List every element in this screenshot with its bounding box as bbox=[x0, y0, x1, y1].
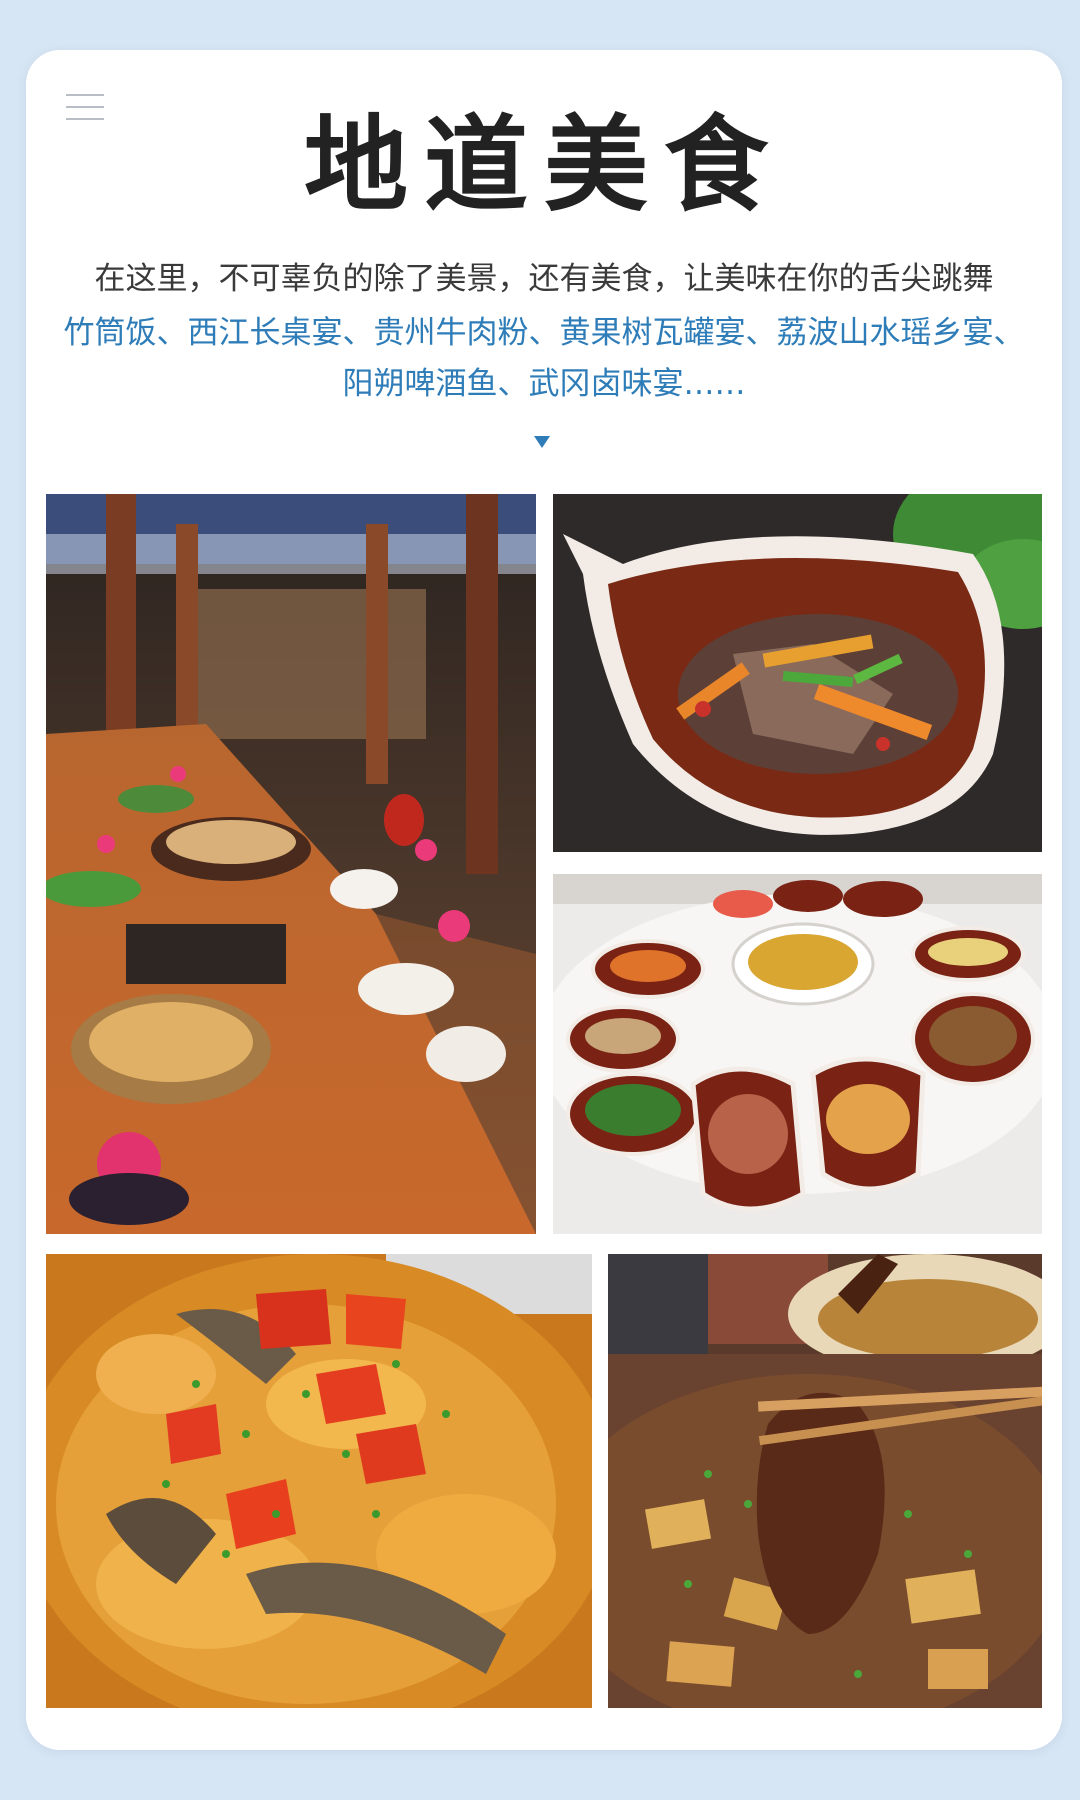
dish-list: 竹筒饭、西江长桌宴、贵州牛肉粉、黄果树瓦罐宴、荔波山水瑶乡宴、 阳朔啤酒鱼、武冈… bbox=[40, 308, 1048, 410]
intro-text: 在这里，不可辜负的除了美景，还有美食，让美味在你的舌尖跳舞 bbox=[94, 261, 994, 297]
fish-shaped-clay-pot-dish-photo bbox=[553, 494, 1042, 852]
triangle-down-icon bbox=[534, 436, 550, 448]
page-title: 地道美食 bbox=[303, 103, 784, 226]
braised-fish-with-tomato-photo bbox=[46, 1254, 592, 1708]
braised-duck-with-chopsticks-photo bbox=[608, 1254, 1042, 1708]
dish-list-line: 竹筒饭、西江长桌宴、贵州牛肉粉、黄果树瓦罐宴、荔波山水瑶乡宴、 bbox=[63, 315, 1025, 351]
clay-pot-feast-table-photo bbox=[553, 874, 1042, 1234]
dish-list-line: 阳朔啤酒鱼、武冈卤味宴…… bbox=[342, 366, 746, 402]
content-card: 地道美食 在这里，不可辜负的除了美景，还有美食，让美味在你的舌尖跳舞 竹筒饭、西… bbox=[26, 50, 1062, 1750]
long-table-banquet-photo bbox=[46, 494, 536, 1234]
